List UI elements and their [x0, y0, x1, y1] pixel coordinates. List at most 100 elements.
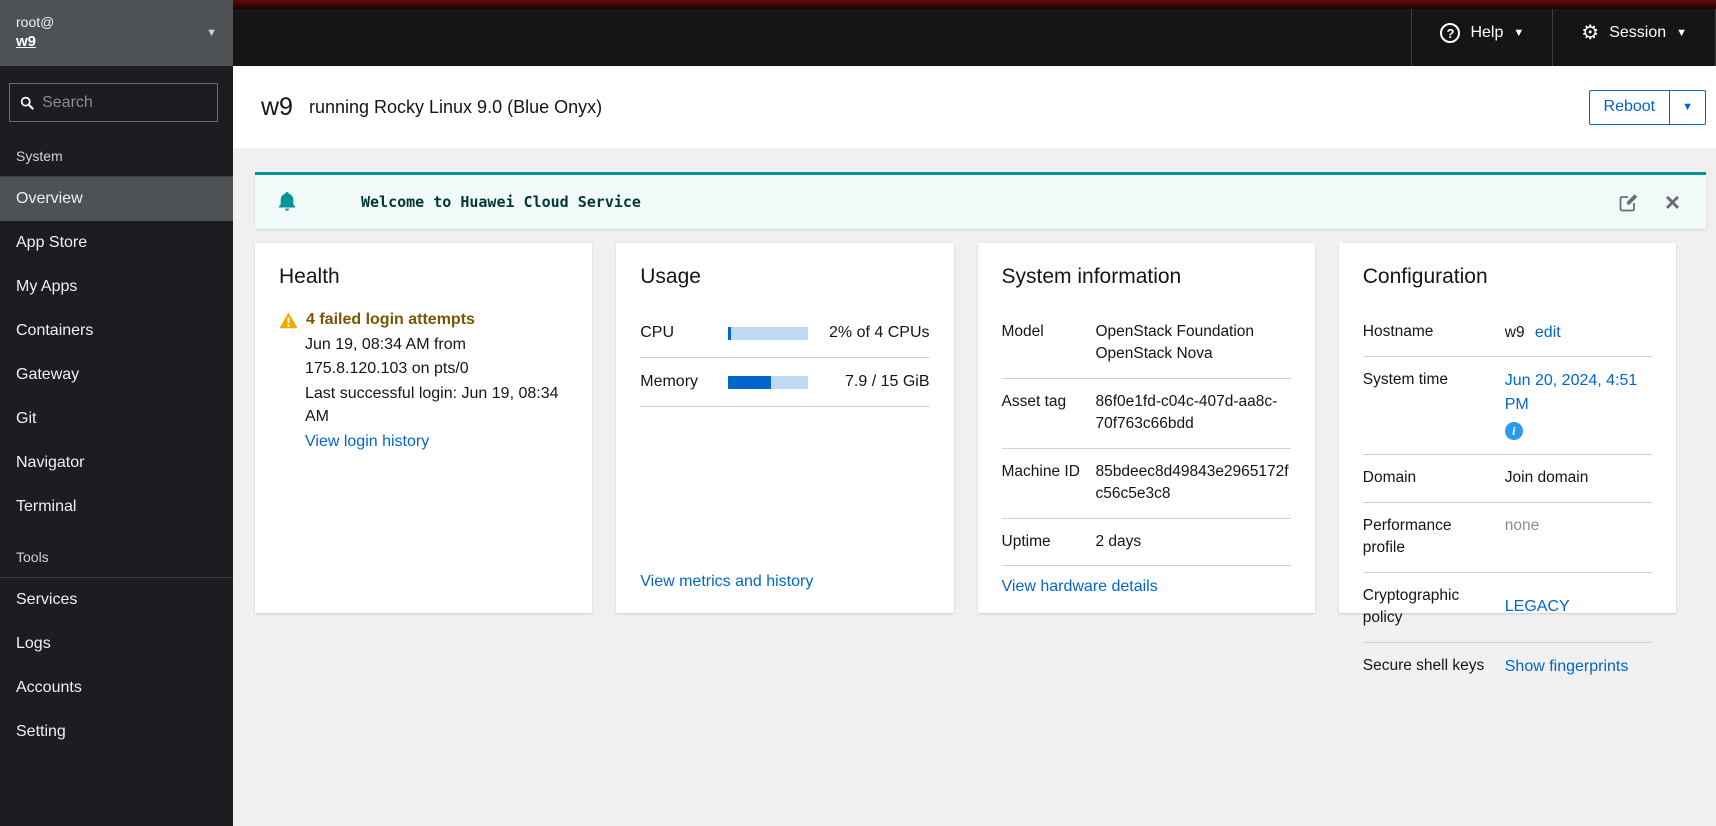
sidebar-item-app-store[interactable]: App Store	[0, 221, 233, 265]
help-label: Help	[1470, 24, 1504, 41]
sidebar-item-navigator[interactable]: Navigator	[0, 441, 233, 485]
model-row: Model OpenStack Foundation OpenStack Nov…	[1001, 309, 1291, 379]
session-label: Session	[1609, 24, 1667, 41]
memory-usage-row: Memory 7.9 / 15 GiB	[640, 358, 930, 407]
page-title: w9	[261, 92, 293, 121]
edit-hostname-link[interactable]: edit	[1535, 324, 1561, 341]
sidebar-search[interactable]	[9, 83, 218, 122]
crypto-policy-link[interactable]: LEGACY	[1505, 598, 1570, 615]
configuration-card-title: Configuration	[1362, 265, 1488, 288]
uptime-value: 2 days	[1095, 532, 1142, 550]
search-icon	[20, 96, 34, 110]
sidebar-nav: System Overview App Store My Apps Contai…	[0, 66, 233, 826]
reboot-split-button: Reboot ▼	[1588, 89, 1706, 125]
join-domain-link[interactable]: Join domain	[1505, 467, 1652, 489]
user-host-switcher[interactable]: root@ w9 ▼	[0, 0, 233, 66]
logged-in-user: root@	[16, 14, 55, 31]
asset-tag-label: Asset tag	[1001, 392, 1067, 410]
machine-id-row: Machine ID 85bdeec8d49843e2965172fc56c5e…	[1001, 449, 1291, 519]
chevron-down-icon: ▼	[206, 27, 217, 39]
usage-card-title: Usage	[640, 265, 701, 288]
search-input[interactable]	[42, 93, 207, 112]
overview-cards: Health 4 failed login attempts Jun 19, 0…	[255, 243, 1676, 675]
cpu-value: 2% of 4 CPUs	[829, 324, 930, 341]
page-header: w9 running Rocky Linux 9.0 (Blue Onyx) R…	[233, 66, 1716, 148]
machine-id-value: 85bdeec8d49843e2965172fc56c5e3c8	[1095, 462, 1289, 503]
hostname-label: Hostname	[1362, 323, 1434, 340]
system-time-row: System time Jun 20, 2024, 4:51 PM i	[1362, 357, 1652, 456]
performance-profile-label: Performance profile	[1362, 516, 1452, 557]
sidebar-item-terminal[interactable]: Terminal	[0, 485, 233, 529]
system-time-link[interactable]: Jun 20, 2024, 4:51 PM	[1505, 372, 1638, 412]
model-label: Model	[1001, 323, 1044, 340]
memory-label: Memory	[640, 373, 699, 390]
model-value: OpenStack Foundation OpenStack Nova	[1095, 323, 1255, 363]
asset-tag-value: 86f0e1fd-c04c-407d-aa8c-70f763c66bdd	[1095, 392, 1278, 433]
reboot-dropdown-toggle[interactable]: ▼	[1669, 90, 1705, 124]
crypto-policy-row: Cryptographic policy LEGACY	[1362, 573, 1652, 643]
machine-id-label: Machine ID	[1001, 462, 1080, 480]
bell-icon	[279, 192, 295, 211]
sidebar-item-accounts[interactable]: Accounts	[0, 666, 233, 710]
sidebar-item-services[interactable]: Services	[0, 578, 233, 622]
usage-card: Usage CPU 2% of 4 CPUs Memory 7.9 / 15 G…	[616, 243, 954, 613]
configuration-card: Configuration Hostname w9 edit System ti…	[1338, 243, 1676, 675]
ssh-keys-row: Secure shell keys Show fingerprints	[1363, 643, 1652, 690]
hostname-value: w9	[1504, 324, 1525, 341]
view-metrics-link[interactable]: View metrics and history	[640, 573, 813, 590]
sidebar-item-logs[interactable]: Logs	[0, 622, 233, 666]
cpu-usage-row: CPU 2% of 4 CPUs	[640, 309, 930, 358]
sidebar-item-containers[interactable]: Containers	[0, 309, 233, 353]
chevron-down-icon: ▼	[1513, 27, 1525, 39]
uptime-label: Uptime	[1001, 532, 1051, 550]
chevron-down-icon: ▼	[1676, 27, 1687, 39]
performance-profile-value[interactable]: none	[1505, 515, 1652, 560]
main-content: Welcome to Huawei Cloud Service × Health	[233, 148, 1716, 826]
sidebar-item-gateway[interactable]: Gateway	[0, 353, 233, 397]
masthead: ? Help ▼ ⚙ Session ▼	[233, 0, 1716, 66]
reboot-button[interactable]: Reboot	[1590, 91, 1670, 124]
pencil-square-icon	[1619, 194, 1638, 212]
performance-profile-row: Performance profile none	[1362, 503, 1652, 573]
last-login-detail: Last successful login: Jun 19, 08:34 AM	[305, 384, 559, 425]
cpu-label: CPU	[640, 324, 675, 341]
memory-value: 7.9 / 15 GiB	[845, 373, 930, 390]
view-hardware-details-link[interactable]: View hardware details	[1002, 578, 1158, 595]
system-time-label: System time	[1362, 371, 1449, 389]
info-circle-icon[interactable]: i	[1504, 422, 1523, 441]
motd-message: Welcome to Huawei Cloud Service	[361, 193, 641, 211]
failed-logins-title: 4 failed login attempts	[306, 311, 475, 328]
health-card: Health 4 failed login attempts Jun 19, 0…	[255, 243, 593, 613]
view-login-history-link[interactable]: View login history	[305, 433, 429, 450]
current-host: w9	[16, 33, 37, 51]
memory-progress-bar	[728, 375, 809, 389]
warning-triangle-icon	[279, 312, 298, 329]
system-info-card-title: System information	[1001, 265, 1182, 288]
sidebar-item-git[interactable]: Git	[0, 397, 233, 441]
cpu-progress-bar	[728, 326, 809, 340]
session-menu[interactable]: ⚙ Session ▼	[1552, 0, 1716, 66]
close-banner-button[interactable]: ×	[1665, 189, 1680, 215]
ssh-keys-label: Secure shell keys	[1362, 656, 1485, 674]
hostname-row: Hostname w9 edit	[1362, 309, 1652, 358]
sidebar-item-overview[interactable]: Overview	[0, 177, 233, 221]
nav-section-label: Tools	[16, 549, 49, 565]
health-card-title: Health	[279, 265, 340, 288]
sidebar-item-my-apps[interactable]: My Apps	[0, 265, 233, 309]
help-icon: ?	[1440, 23, 1461, 43]
os-subtitle: running Rocky Linux 9.0 (Blue Onyx)	[308, 96, 603, 117]
nav-section-label: System	[16, 148, 63, 164]
help-menu[interactable]: ? Help ▼	[1411, 0, 1552, 66]
gear-icon: ⚙	[1581, 22, 1600, 44]
asset-tag-row: Asset tag 86f0e1fd-c04c-407d-aa8c-70f763…	[1001, 379, 1291, 449]
edit-motd-button[interactable]	[1619, 192, 1639, 212]
domain-row: Domain Join domain	[1362, 455, 1652, 503]
crypto-policy-label: Cryptographic policy	[1362, 586, 1460, 627]
system-information-card: System information Model OpenStack Found…	[977, 243, 1315, 613]
nav-section-tools: Tools Services Logs Accounts Setting	[0, 529, 233, 754]
chevron-down-icon: ▼	[1682, 101, 1693, 113]
motd-banner: Welcome to Huawei Cloud Service ×	[255, 172, 1706, 229]
show-fingerprints-link[interactable]: Show fingerprints	[1505, 658, 1629, 675]
domain-label: Domain	[1362, 469, 1417, 487]
sidebar-item-setting[interactable]: Setting	[0, 710, 233, 754]
